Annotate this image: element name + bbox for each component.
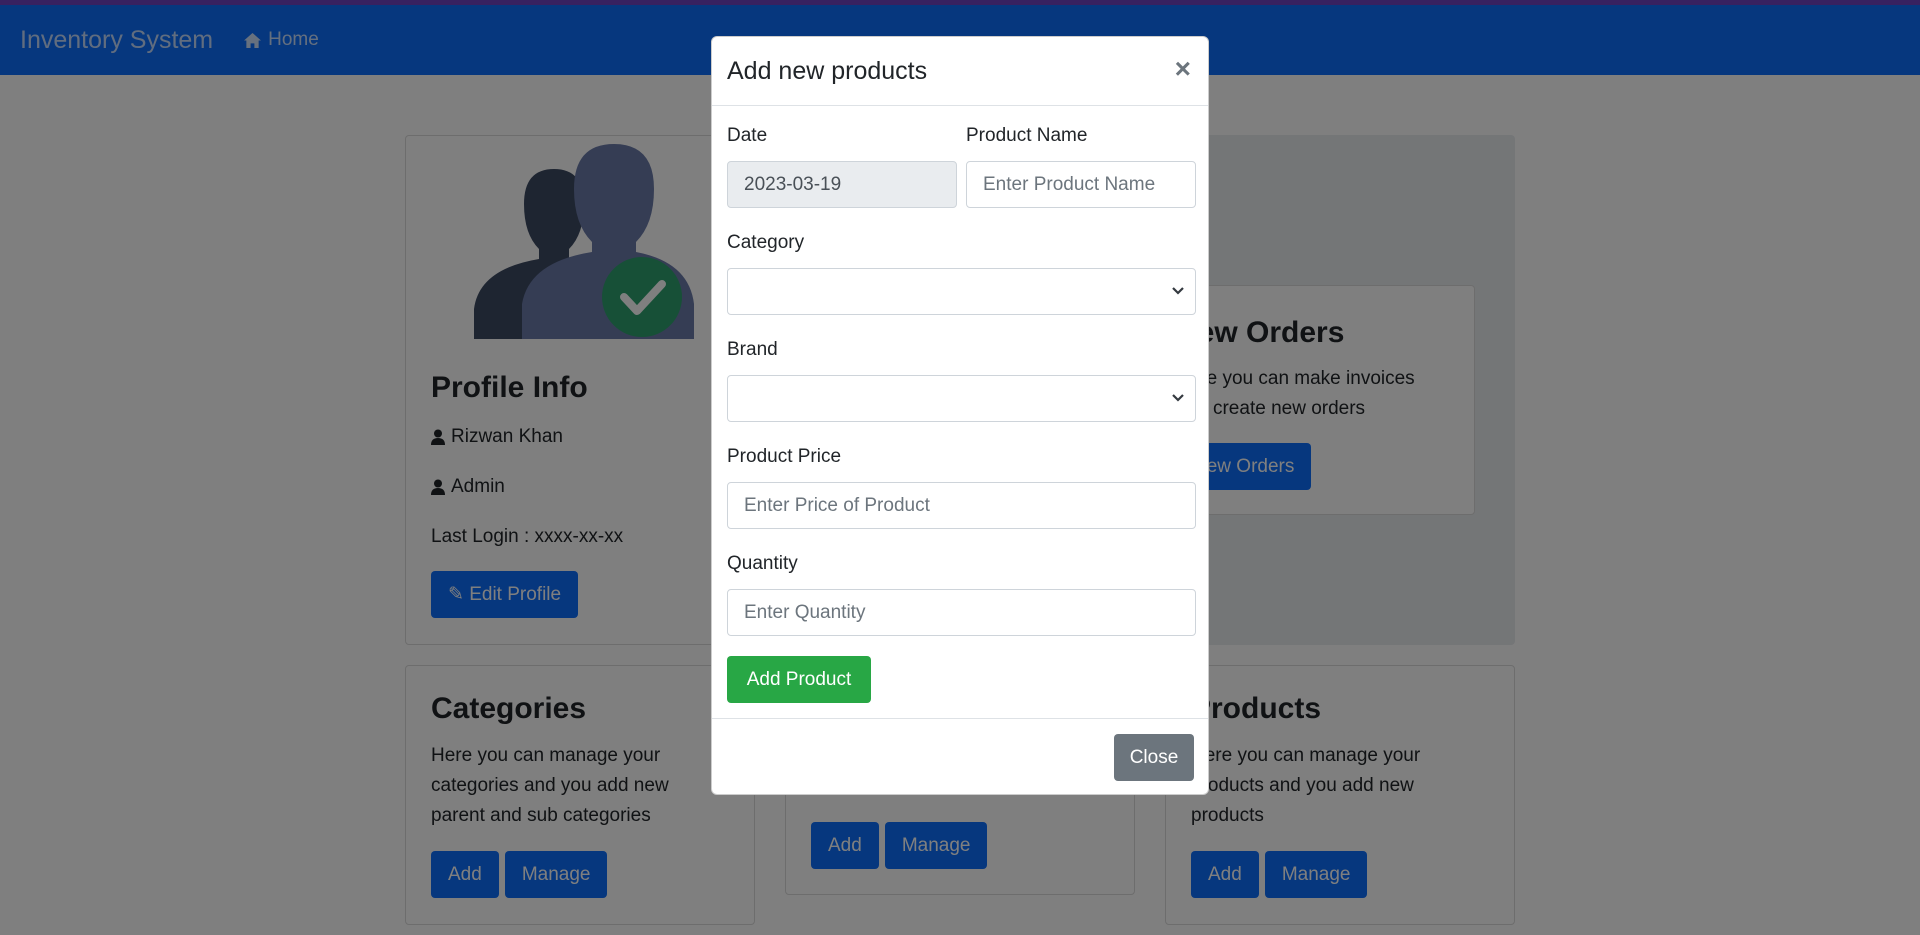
brand-select[interactable] <box>727 375 1196 422</box>
chevron-down-icon <box>1172 394 1184 402</box>
category-label: Category <box>727 232 805 253</box>
quantity-input[interactable]: Enter Quantity <box>727 589 1196 636</box>
price-input[interactable]: Enter Price of Product <box>727 482 1196 529</box>
close-button[interactable]: Close <box>1114 734 1194 781</box>
modal-title: Add new products <box>727 57 928 85</box>
date-label: Date <box>727 125 768 146</box>
modal-header: Add new products × <box>712 37 1208 106</box>
price-label: Product Price <box>727 446 842 467</box>
product-name-label: Product Name <box>966 125 1088 146</box>
add-product-modal: Add new products × Date 2023-03-19 Produ… <box>711 36 1209 795</box>
chevron-down-icon <box>1172 287 1184 295</box>
product-name-input[interactable]: Enter Product Name <box>966 161 1196 208</box>
modal-footer: Close <box>712 718 1208 795</box>
brand-label: Brand <box>727 339 778 360</box>
quantity-label: Quantity <box>727 553 798 574</box>
date-input[interactable]: 2023-03-19 <box>727 161 957 208</box>
add-product-button[interactable]: Add Product <box>727 656 871 703</box>
close-icon[interactable]: × <box>1175 53 1191 85</box>
category-select[interactable] <box>727 268 1196 315</box>
